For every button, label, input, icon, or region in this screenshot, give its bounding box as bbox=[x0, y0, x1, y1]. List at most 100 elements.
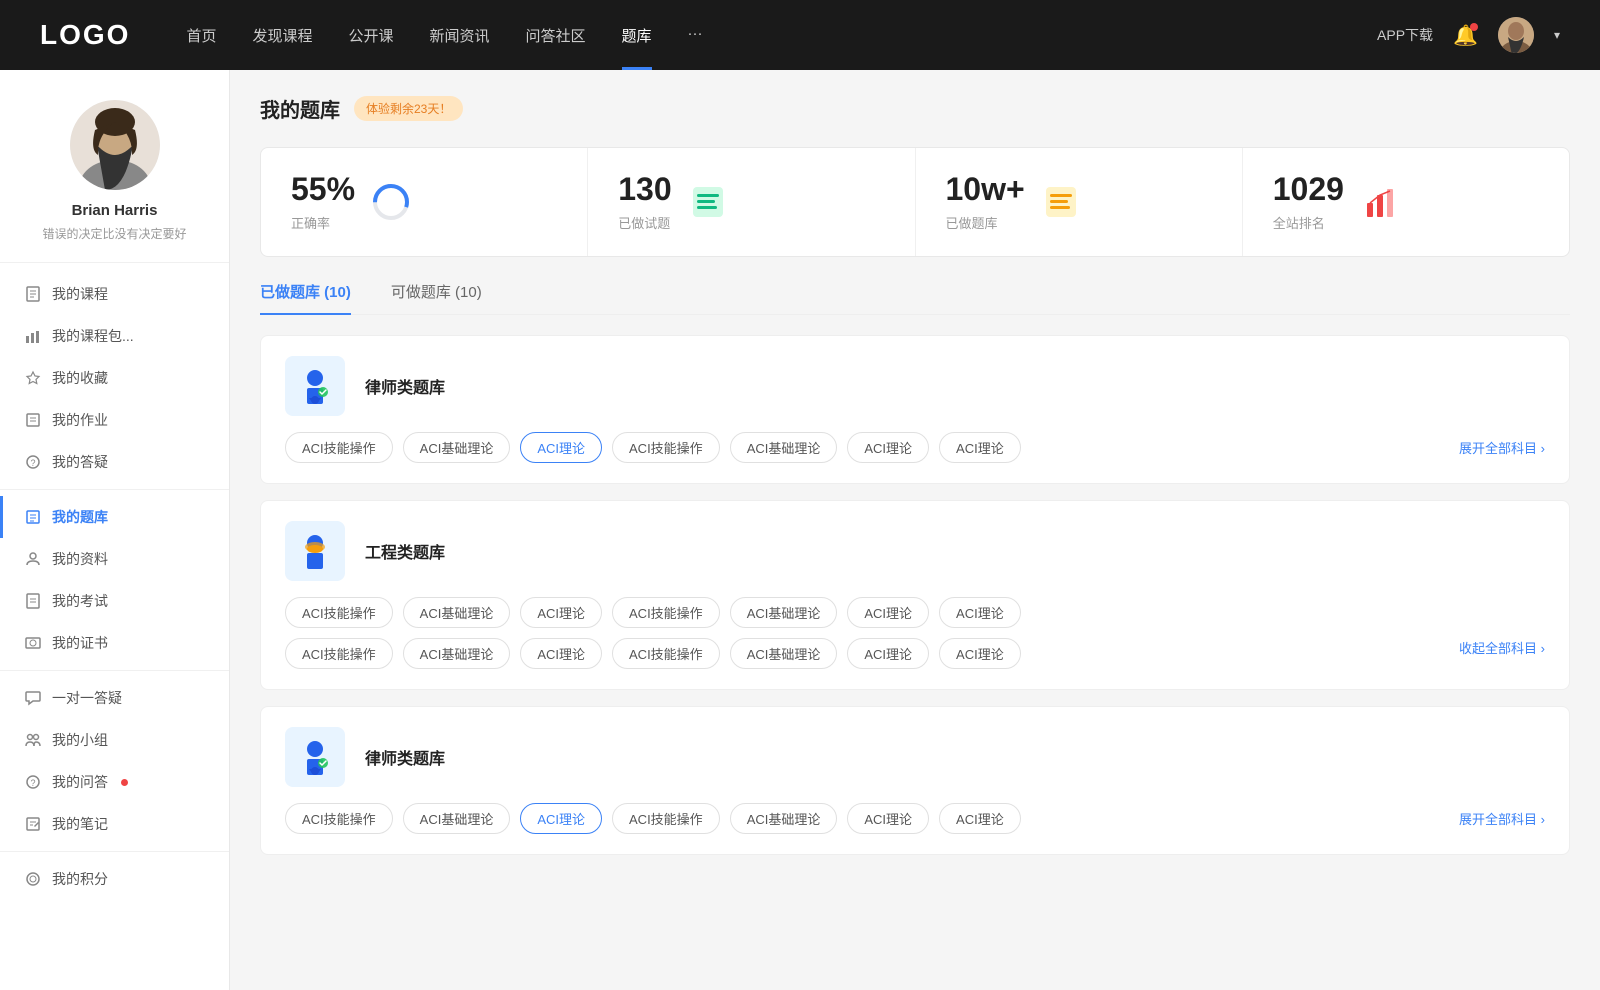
profile-avatar bbox=[70, 100, 160, 190]
profile-name: Brian Harris bbox=[0, 202, 229, 219]
sidebar-item-my-questions[interactable]: ? 我的问答 bbox=[0, 761, 229, 803]
list-orange-icon bbox=[1041, 182, 1081, 222]
sidebar-item-my-qa[interactable]: ? 我的答疑 bbox=[0, 441, 229, 483]
sidebar-item-my-notes[interactable]: 我的笔记 bbox=[0, 803, 229, 845]
tag-1-r1-2[interactable]: ACI理论 bbox=[520, 597, 602, 628]
tag-0-2[interactable]: ACI理论 bbox=[520, 432, 602, 463]
tag-1-r1-4[interactable]: ACI基础理论 bbox=[730, 597, 838, 628]
notification-dot bbox=[1470, 23, 1478, 31]
sidebar-item-my-course-package[interactable]: 我的课程包... bbox=[0, 315, 229, 357]
qbank-card-1: 工程类题库 ACI技能操作 ACI基础理论 ACI理论 ACI技能操作 ACI基… bbox=[260, 500, 1570, 690]
tag-2-1[interactable]: ACI基础理论 bbox=[403, 803, 511, 834]
tag-0-3[interactable]: ACI技能操作 bbox=[612, 432, 720, 463]
tag-0-0[interactable]: ACI技能操作 bbox=[285, 432, 393, 463]
group-icon bbox=[24, 731, 42, 749]
tag-1-r1-0[interactable]: ACI技能操作 bbox=[285, 597, 393, 628]
sidebar-label-my-course-package: 我的课程包... bbox=[52, 326, 134, 346]
svg-text:?: ? bbox=[31, 458, 36, 468]
tag-1-r2-0[interactable]: ACI技能操作 bbox=[285, 638, 393, 669]
tag-1-r1-5[interactable]: ACI理论 bbox=[847, 597, 929, 628]
sidebar-label-my-exam: 我的考试 bbox=[52, 591, 108, 611]
profile-section: Brian Harris 错误的决定比没有决定要好 bbox=[0, 100, 229, 263]
sidebar-label-my-points: 我的积分 bbox=[52, 869, 108, 889]
tag-2-0[interactable]: ACI技能操作 bbox=[285, 803, 393, 834]
tag-1-r2-2[interactable]: ACI理论 bbox=[520, 638, 602, 669]
stats-row: 55% 正确率 130 已做试题 bbox=[260, 147, 1570, 257]
nav-news[interactable]: 新闻资讯 bbox=[430, 25, 490, 46]
qbank-name-1: 工程类题库 bbox=[365, 539, 445, 563]
expand-link-2[interactable]: 展开全部科目 › bbox=[1459, 809, 1545, 828]
qbank-icon-lawyer-0 bbox=[285, 356, 345, 416]
my-questions-icon: ? bbox=[24, 773, 42, 791]
trial-badge: 体验剩余23天！ bbox=[354, 96, 463, 121]
notification-bell[interactable]: 🔔 bbox=[1453, 23, 1478, 48]
app-download-link[interactable]: APP下载 bbox=[1377, 25, 1433, 45]
tag-0-5[interactable]: ACI理论 bbox=[847, 432, 929, 463]
stat-ranking-value: 1029 bbox=[1273, 172, 1344, 207]
sidebar-item-my-profile[interactable]: 我的资料 bbox=[0, 538, 229, 580]
sidebar-item-my-course[interactable]: 我的课程 bbox=[0, 273, 229, 315]
sidebar-item-my-cert[interactable]: 我的证书 bbox=[0, 622, 229, 664]
tab-bar: 已做题库 (10) 可做题库 (10) bbox=[260, 281, 1570, 315]
sidebar: Brian Harris 错误的决定比没有决定要好 我的课程 我的课程包... bbox=[0, 70, 230, 990]
chat-icon bbox=[24, 689, 42, 707]
tab-available-banks[interactable]: 可做题库 (10) bbox=[391, 281, 482, 314]
sidebar-label-one-on-one: 一对一答疑 bbox=[52, 688, 122, 708]
sidebar-item-one-on-one[interactable]: 一对一答疑 bbox=[0, 677, 229, 719]
sidebar-item-my-exam[interactable]: 我的考试 bbox=[0, 580, 229, 622]
tag-1-r2-6[interactable]: ACI理论 bbox=[939, 638, 1021, 669]
tag-2-4[interactable]: ACI基础理论 bbox=[730, 803, 838, 834]
user-dropdown-arrow[interactable]: ▾ bbox=[1554, 28, 1560, 42]
sidebar-item-my-favorites[interactable]: 我的收藏 bbox=[0, 357, 229, 399]
sidebar-divider-2 bbox=[0, 670, 229, 671]
tag-1-r2-1[interactable]: ACI基础理论 bbox=[403, 638, 511, 669]
sidebar-label-my-favorites: 我的收藏 bbox=[52, 368, 108, 388]
question-icon: ? bbox=[24, 453, 42, 471]
nav-open-course[interactable]: 公开课 bbox=[348, 25, 393, 46]
tag-1-r2-3[interactable]: ACI技能操作 bbox=[612, 638, 720, 669]
avatar[interactable] bbox=[1498, 17, 1534, 53]
sidebar-label-my-course: 我的课程 bbox=[52, 284, 108, 304]
expand-link-0[interactable]: 展开全部科目 › bbox=[1459, 438, 1545, 457]
sidebar-item-my-qbank[interactable]: 我的题库 bbox=[0, 496, 229, 538]
tag-2-6[interactable]: ACI理论 bbox=[939, 803, 1021, 834]
cert-icon bbox=[24, 634, 42, 652]
list-green-icon bbox=[688, 182, 728, 222]
stat-accuracy-value: 55% bbox=[291, 172, 355, 207]
qbank-name-2: 律师类题库 bbox=[365, 745, 445, 769]
expand-link-1[interactable]: 收起全部科目 › bbox=[1459, 638, 1545, 669]
tag-1-r1-1[interactable]: ACI基础理论 bbox=[403, 597, 511, 628]
tag-1-r1-3[interactable]: ACI技能操作 bbox=[612, 597, 720, 628]
nav-right: APP下载 🔔 ▾ bbox=[1377, 17, 1560, 53]
tag-1-r2-4[interactable]: ACI基础理论 bbox=[730, 638, 838, 669]
bar-chart-red-icon bbox=[1360, 182, 1400, 222]
sidebar-label-my-homework: 我的作业 bbox=[52, 410, 108, 430]
sidebar-label-my-questions: 我的问答 bbox=[52, 772, 108, 792]
tag-1-r1-6[interactable]: ACI理论 bbox=[939, 597, 1021, 628]
homework-icon bbox=[24, 411, 42, 429]
nav-more[interactable]: ··· bbox=[688, 25, 703, 46]
tag-0-4[interactable]: ACI基础理论 bbox=[730, 432, 838, 463]
tag-1-r2-5[interactable]: ACI理论 bbox=[847, 638, 929, 669]
tag-0-6[interactable]: ACI理论 bbox=[939, 432, 1021, 463]
nav-home[interactable]: 首页 bbox=[186, 25, 216, 46]
nav-qbank[interactable]: 题库 bbox=[622, 25, 652, 46]
nav-discover[interactable]: 发现课程 bbox=[252, 25, 312, 46]
page-header: 我的题库 体验剩余23天！ bbox=[260, 94, 1570, 123]
tag-2-3[interactable]: ACI技能操作 bbox=[612, 803, 720, 834]
tag-2-5[interactable]: ACI理论 bbox=[847, 803, 929, 834]
tag-2-2[interactable]: ACI理论 bbox=[520, 803, 602, 834]
stat-accuracy-label: 正确率 bbox=[291, 213, 355, 232]
stat-done-banks: 10w+ 已做题库 bbox=[916, 148, 1243, 256]
stat-accuracy: 55% 正确率 bbox=[261, 148, 588, 256]
tab-done-banks[interactable]: 已做题库 (10) bbox=[260, 281, 351, 314]
sidebar-item-my-homework[interactable]: 我的作业 bbox=[0, 399, 229, 441]
svg-text:?: ? bbox=[31, 778, 36, 788]
sidebar-divider-1 bbox=[0, 489, 229, 490]
topnav: LOGO 首页 发现课程 公开课 新闻资讯 问答社区 题库 ··· APP下载 … bbox=[0, 0, 1600, 70]
nav-qa[interactable]: 问答社区 bbox=[526, 25, 586, 46]
sidebar-item-my-points[interactable]: 我的积分 bbox=[0, 858, 229, 900]
sidebar-item-my-group[interactable]: 我的小组 bbox=[0, 719, 229, 761]
tag-0-1[interactable]: ACI基础理论 bbox=[403, 432, 511, 463]
profile-icon bbox=[24, 550, 42, 568]
